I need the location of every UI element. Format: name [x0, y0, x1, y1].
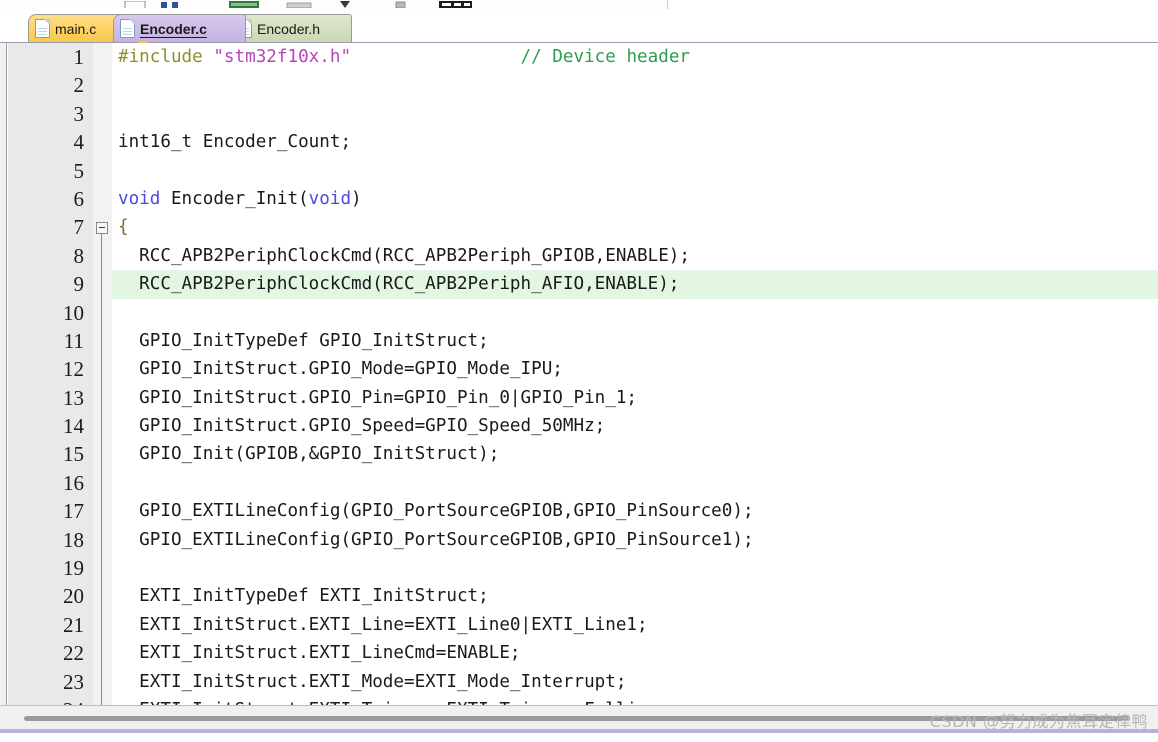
- line-number: 9: [73, 272, 85, 297]
- line-number: 16: [63, 470, 84, 495]
- line-number: 17: [63, 499, 84, 524]
- editor-surface: 123456789101112131415161718192021222324 …: [0, 43, 1158, 705]
- line-number: 10: [63, 300, 84, 325]
- line-number: 24: [8, 696, 93, 705]
- tab-encoder-c[interactable]: Encoder.c: [113, 14, 246, 42]
- editor-left-margin: [0, 43, 7, 705]
- code-token: void: [118, 188, 161, 209]
- code-token: // Device header: [520, 47, 691, 67]
- line-number: 19: [63, 556, 84, 581]
- code-token: RCC_APB2PeriphClockCmd(RCC_APB2Periph_AF…: [118, 274, 680, 295]
- tab-encoder-h[interactable]: Encoder.h: [230, 14, 352, 42]
- debug-icon[interactable]: [438, 1, 474, 8]
- code-line[interactable]: RCC_APB2PeriphClockCmd(RCC_APB2Periph_AF…: [112, 270, 1158, 299]
- tab-encoder-c-label: Encoder.c: [140, 20, 207, 37]
- code-token: GPIO_EXTILineConfig(GPIO_PortSourceGPIOB…: [118, 501, 754, 522]
- code-line[interactable]: GPIO_InitStruct.GPIO_Pin=GPIO_Pin_0|GPIO…: [112, 384, 1158, 412]
- code-token: {: [118, 217, 129, 238]
- line-number: 1: [73, 45, 85, 69]
- fold-collapse-icon[interactable]: [96, 221, 108, 234]
- code-line[interactable]: GPIO_InitStruct.GPIO_Speed=GPIO_Speed_50…: [112, 412, 1158, 440]
- code-token: GPIO_InitStruct.GPIO_Mode=GPIO_Mode_IPU;: [118, 359, 563, 380]
- tab-main-c-label: main.c: [55, 20, 97, 37]
- line-number: 14: [63, 414, 84, 439]
- toolbar-inner: [0, 0, 668, 9]
- line-number: 22: [63, 641, 84, 666]
- tab-encoder-h-label: Encoder.h: [257, 20, 321, 37]
- code-token: ): [351, 188, 362, 209]
- line-number: 3: [73, 101, 85, 126]
- line-number: 6: [73, 186, 85, 211]
- code-line[interactable]: GPIO_InitStruct.GPIO_Mode=GPIO_Mode_IPU;: [112, 355, 1158, 383]
- code-line[interactable]: EXTI_InitStruct.EXTI_LineCmd=ENABLE;: [112, 639, 1158, 667]
- code-token: Encoder_Init(: [160, 188, 309, 209]
- bookmark-icon[interactable]: [160, 1, 182, 8]
- code-token: RCC_APB2PeriphClockCmd(RCC_APB2Periph_GP…: [118, 245, 690, 266]
- code-line[interactable]: GPIO_InitTypeDef GPIO_InitStruct;: [112, 327, 1158, 355]
- code-token: GPIO_Init(GPIOB,&GPIO_InitStruct);: [118, 444, 500, 465]
- line-number: 21: [63, 612, 84, 637]
- build-target-icon[interactable]: [228, 1, 262, 8]
- code-token: #include: [118, 47, 214, 67]
- new-file-icon[interactable]: [123, 1, 147, 8]
- line-number: 23: [63, 669, 84, 694]
- code-token: EXTI_InitStruct.EXTI_Mode=EXTI_Mode_Inte…: [118, 671, 627, 692]
- line-number: 12: [63, 357, 84, 382]
- horizontal-scrollbar-track[interactable]: [8, 712, 1150, 727]
- code-line[interactable]: [112, 157, 1158, 185]
- editor-window: main.c Encoder.c Encoder.h 1 2 3 4 5 6 7 8 9 10 11…: [0, 0, 1158, 742]
- code-folding-column[interactable]: [93, 43, 112, 705]
- line-number: 2: [73, 73, 85, 98]
- line-number: 13: [63, 385, 84, 410]
- code-line[interactable]: EXTI_InitStruct.EXTI_Line=EXTI_Line0|EXT…: [112, 611, 1158, 639]
- line-number: 15: [63, 442, 84, 467]
- code-token: GPIO_InitStruct.GPIO_Pin=GPIO_Pin_0|GPIO…: [118, 387, 638, 408]
- file-icon: [35, 19, 50, 38]
- code-token: EXTI_InitStruct.EXTI_Line=EXTI_Line0|EXT…: [118, 614, 648, 635]
- code-line[interactable]: void Encoder_Init(void): [112, 185, 1158, 213]
- code-line[interactable]: #include "stm32f10x.h" // Device header: [112, 43, 1158, 71]
- code-line[interactable]: int16_t Encoder_Count;: [112, 128, 1158, 156]
- window-bottom-gap: [0, 733, 1158, 742]
- code-line[interactable]: [112, 299, 1158, 327]
- options-target-icon[interactable]: [392, 1, 410, 8]
- line-number: 20: [63, 584, 84, 609]
- download-icon[interactable]: [336, 1, 356, 8]
- code-token: void: [308, 188, 352, 209]
- fold-region-line: [101, 233, 102, 705]
- line-number-gutter: 123456789101112131415161718192021222324: [8, 43, 93, 705]
- code-token: "stm32f10x.h": [213, 47, 352, 67]
- code-line[interactable]: [112, 100, 1158, 128]
- code-line[interactable]: {: [112, 213, 1158, 241]
- code-line[interactable]: GPIO_Init(GPIOB,&GPIO_InitStruct);: [112, 440, 1158, 468]
- code-token: GPIO_InitTypeDef GPIO_InitStruct;: [118, 330, 489, 351]
- batch-build-icon[interactable]: [286, 1, 314, 8]
- code-token: int16_t Encoder_Count;: [118, 132, 352, 153]
- code-text-area[interactable]: #include "stm32f10x.h" // Device header …: [112, 43, 1158, 705]
- code-token: EXTI_InitStruct.EXTI_LineCmd=ENABLE;: [118, 643, 521, 664]
- line-number: 18: [63, 527, 84, 552]
- code-token: GPIO_EXTILineConfig(GPIO_PortSourceGPIOB…: [118, 529, 754, 550]
- line-number: 5: [73, 158, 85, 183]
- code-token: EXTI_InitTypeDef EXTI_InitStruct;: [118, 586, 489, 607]
- line-number: 7: [73, 215, 85, 240]
- code-line[interactable]: [112, 71, 1158, 99]
- horizontal-scrollbar-thumb[interactable]: [24, 716, 1130, 721]
- editor-tab-bar: main.c Encoder.c Encoder.h: [0, 9, 1158, 43]
- code-line[interactable]: [112, 554, 1158, 582]
- code-line[interactable]: EXTI_InitStruct.EXTI_Mode=EXTI_Mode_Inte…: [112, 668, 1158, 696]
- code-line[interactable]: [112, 469, 1158, 497]
- code-line[interactable]: EXTI_InitTypeDef EXTI_InitStruct;: [112, 582, 1158, 610]
- code-editor[interactable]: 123456789101112131415161718192021222324 …: [0, 42, 1158, 705]
- code-line[interactable]: EXTI_InitStruct.EXTI_Trigger=EXTI_Trigge…: [112, 696, 1158, 705]
- code-line[interactable]: GPIO_EXTILineConfig(GPIO_PortSourceGPIOB…: [112, 497, 1158, 525]
- code-line[interactable]: GPIO_EXTILineConfig(GPIO_PortSourceGPIOB…: [112, 526, 1158, 554]
- file-icon: [120, 19, 135, 38]
- line-number: 8: [73, 243, 85, 268]
- line-number: 4: [73, 130, 85, 155]
- line-number: 11: [63, 328, 84, 353]
- code-line[interactable]: RCC_APB2PeriphClockCmd(RCC_APB2Periph_GP…: [112, 242, 1158, 270]
- code-token: GPIO_InitStruct.GPIO_Speed=GPIO_Speed_50…: [118, 416, 606, 437]
